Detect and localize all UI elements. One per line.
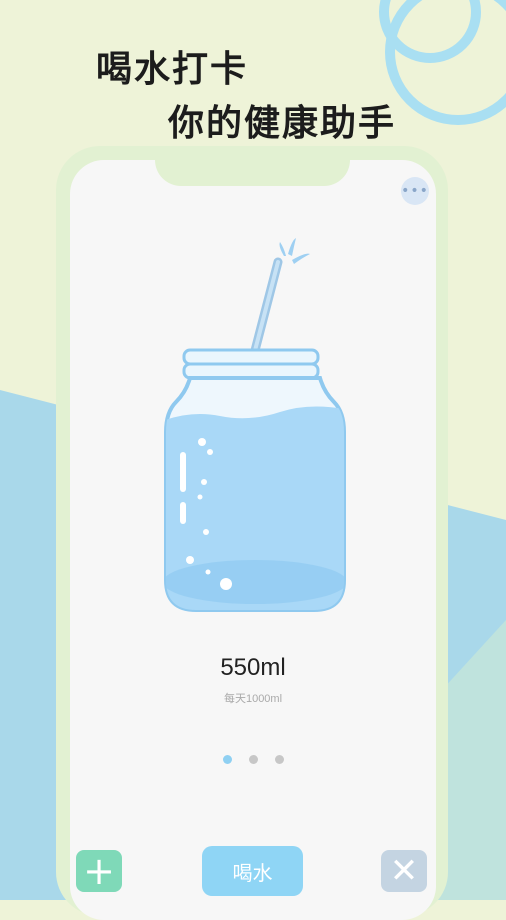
close-button[interactable]: ✕ bbox=[381, 850, 427, 892]
page-dot[interactable] bbox=[222, 755, 232, 764]
water-amount: 550ml bbox=[220, 654, 286, 681]
water-jar bbox=[164, 238, 346, 612]
more-options-button[interactable]: ••• bbox=[401, 177, 429, 205]
headline-subtitle: 你的健康助手 bbox=[168, 103, 397, 144]
drink-water-button[interactable]: 喝水 bbox=[202, 846, 303, 896]
headline-title: 喝水打卡 bbox=[96, 49, 249, 90]
daily-goal: 每天1000ml bbox=[223, 693, 283, 705]
page-dot[interactable] bbox=[248, 755, 258, 764]
page-dot[interactable] bbox=[274, 755, 284, 764]
headline: 喝水打卡 你的健康助手 bbox=[0, 0, 506, 150]
phone-notch bbox=[155, 146, 350, 186]
add-button[interactable]: + bbox=[76, 850, 122, 892]
page-indicator bbox=[70, 755, 436, 764]
